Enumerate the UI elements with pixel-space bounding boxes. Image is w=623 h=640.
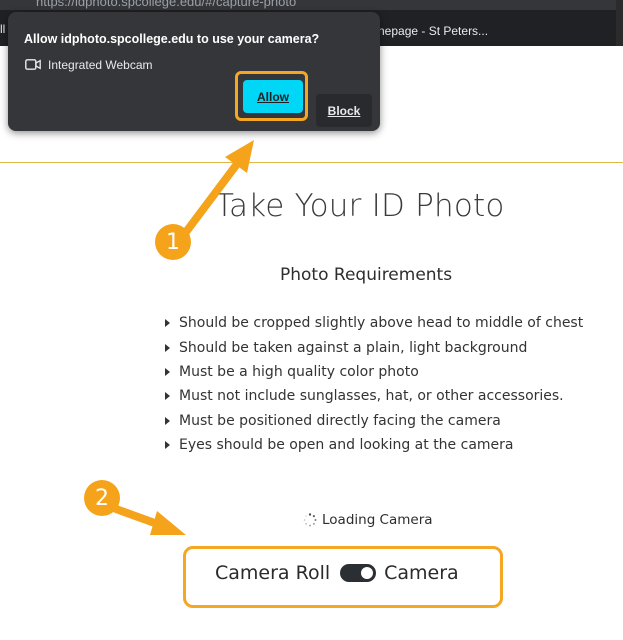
device-label: Integrated Webcam (48, 58, 153, 72)
url-text: https://idphoto.spcollege.edu/#/capture-… (36, 0, 297, 9)
requirements-list: Should be cropped slightly above head to… (165, 311, 583, 457)
allow-button[interactable]: Allow (243, 80, 303, 113)
camera-roll-label[interactable]: Camera Roll (215, 562, 330, 584)
camera-source-toggle: Camera Roll Camera (215, 562, 459, 584)
caret-right-icon (165, 416, 170, 425)
bookmark-fragment[interactable]: ll (0, 22, 6, 38)
camera-label[interactable]: Camera (384, 562, 459, 584)
caret-right-icon (165, 392, 170, 401)
caret-right-icon (165, 367, 170, 376)
loading-text: Loading Camera (322, 512, 433, 528)
list-item: Should be cropped slightly above head to… (165, 311, 583, 335)
bookmark-st-petersburg[interactable]: nepage - St Peters... (370, 19, 496, 43)
list-item: Must not include sunglasses, hat, or oth… (165, 384, 583, 408)
block-button[interactable]: Block (316, 94, 372, 127)
loading-indicator: Loading Camera (303, 512, 433, 528)
popup-title: Allow idphoto.spcollege.edu to use your … (24, 32, 320, 46)
header-divider (0, 162, 623, 163)
list-item: Must be positioned directly facing the c… (165, 409, 583, 433)
toggle-knob (361, 567, 374, 579)
list-item: Should be taken against a plain, light b… (165, 335, 583, 359)
step-1-badge: 1 (155, 224, 191, 260)
chrome-edge (616, 0, 623, 46)
camera-toggle-switch[interactable] (340, 564, 377, 582)
step-2-badge: 2 (84, 480, 120, 516)
list-item: Eyes should be open and looking at the c… (165, 433, 583, 457)
arrow-2 (112, 505, 186, 535)
page-title: Take Your ID Photo (215, 188, 505, 224)
requirements-heading: Photo Requirements (280, 265, 453, 285)
caret-right-icon (165, 319, 170, 328)
camera-permission-popup: Allow idphoto.spcollege.edu to use your … (8, 12, 380, 131)
list-item: Must be a high quality color photo (165, 360, 583, 384)
caret-right-icon (165, 441, 170, 450)
webcam-icon (25, 59, 41, 70)
spinner-icon (303, 513, 317, 527)
address-bar[interactable]: https://idphoto.spcollege.edu/#/capture-… (0, 0, 623, 10)
caret-right-icon (165, 343, 170, 352)
